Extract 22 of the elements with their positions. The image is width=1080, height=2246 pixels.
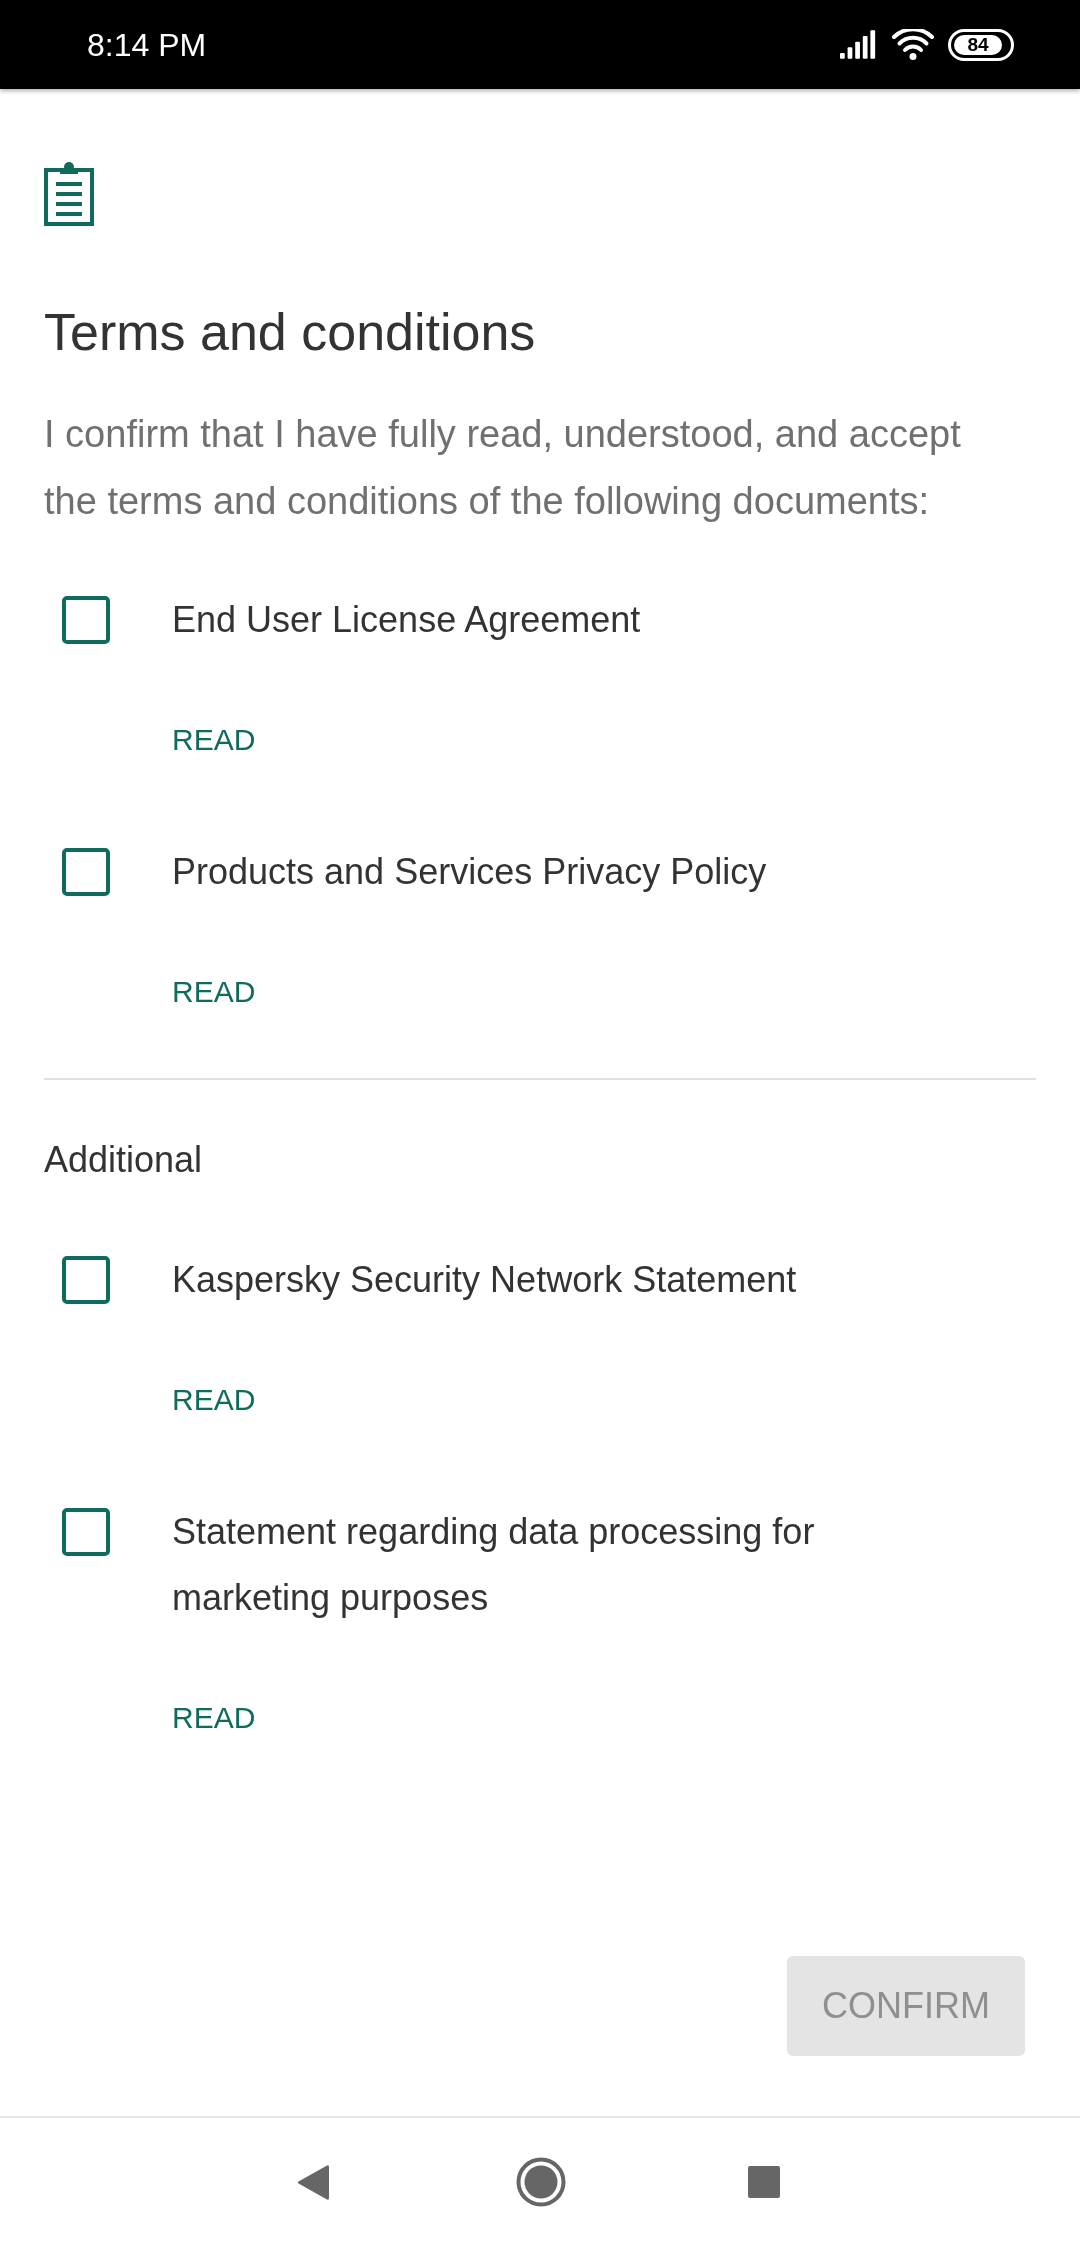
document-title: End User License Agreement bbox=[172, 598, 641, 642]
read-link[interactable]: READ bbox=[172, 1694, 256, 1742]
checkbox[interactable] bbox=[62, 596, 110, 644]
checkbox[interactable] bbox=[62, 1508, 110, 1556]
document-title: Products and Services Privacy Policy bbox=[172, 850, 767, 894]
home-icon[interactable] bbox=[516, 2157, 566, 2207]
document-title: Kaspersky Security Network Statement bbox=[172, 1258, 797, 1302]
page-title: Terms and conditions bbox=[44, 302, 537, 362]
status-time: 8:14 PM bbox=[87, 25, 207, 65]
clipboard-icon bbox=[44, 162, 94, 226]
read-link[interactable]: READ bbox=[172, 968, 256, 1016]
read-link[interactable]: READ bbox=[172, 1376, 256, 1424]
checkbox[interactable] bbox=[62, 848, 110, 896]
section-heading: Additional bbox=[44, 1138, 204, 1182]
document-title: Statement regarding data processing for marketing purposes bbox=[172, 1510, 816, 1620]
signal-icon bbox=[840, 30, 878, 59]
back-icon[interactable] bbox=[297, 2163, 329, 2201]
wifi-icon bbox=[892, 29, 934, 60]
read-link[interactable]: READ bbox=[172, 716, 256, 764]
description-text: I confirm that I have fully read, understood, and accept the terms and conditions of the following documents: bbox=[44, 412, 962, 524]
battery-percent: 84 bbox=[954, 34, 1002, 55]
checkbox[interactable] bbox=[62, 1256, 110, 1304]
